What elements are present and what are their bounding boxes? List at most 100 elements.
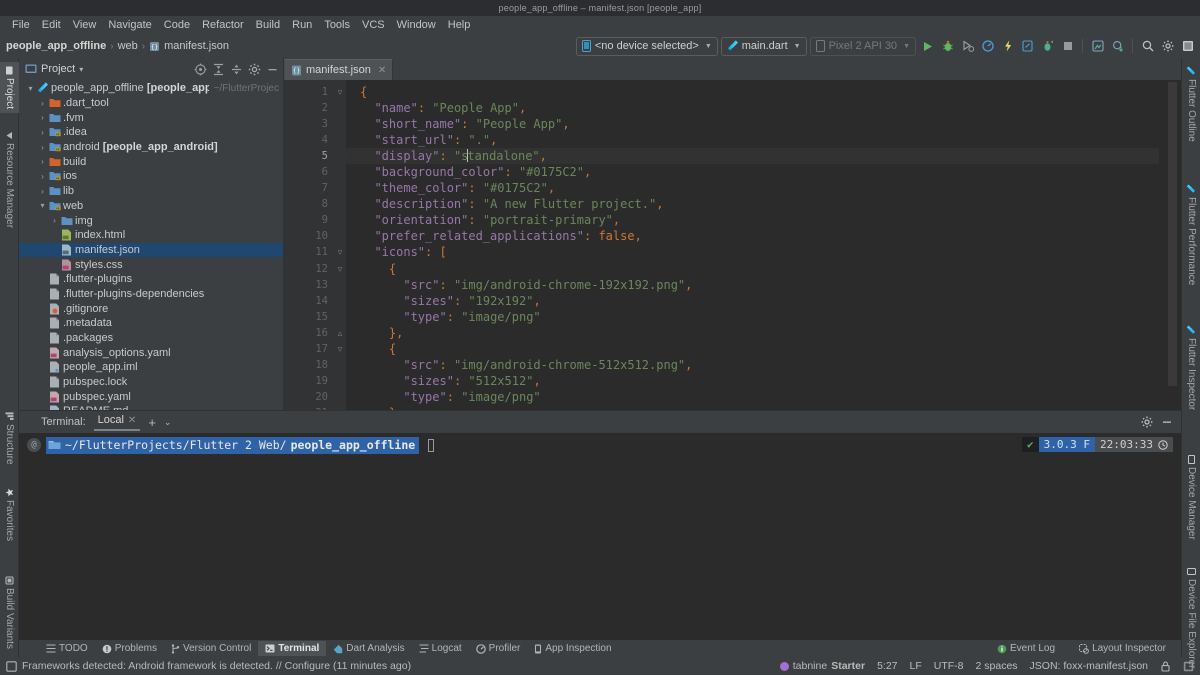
settings-icon[interactable] <box>247 62 261 76</box>
fold-toggle-icon[interactable]: ▿ <box>334 261 346 277</box>
open-devtools-button[interactable] <box>1039 38 1056 55</box>
bottom-tab-terminal[interactable]: Terminal <box>258 641 327 656</box>
code-line[interactable]: { <box>346 261 1159 277</box>
fold-toggle-icon[interactable]: ▿ <box>334 341 346 357</box>
code-line[interactable]: "display": "standalone", <box>346 148 1159 165</box>
breadcrumb-folder[interactable]: web <box>118 40 138 52</box>
right-tool-tab-device-manager[interactable]: Device Manager <box>1182 451 1200 544</box>
chevron-right-icon[interactable]: › <box>37 187 48 196</box>
code-line[interactable]: "orientation": "portrait-primary", <box>346 212 1159 228</box>
code-line[interactable]: }, <box>346 325 1159 341</box>
fold-toggle-icon[interactable]: ▵ <box>334 405 346 410</box>
code-line[interactable]: "src": "img/android-chrome-512x512.png", <box>346 357 1159 373</box>
emulator-target-selector[interactable]: Pixel 2 API 30 ▼ <box>809 36 916 56</box>
menu-item-code[interactable]: Code <box>158 18 196 32</box>
chevron-right-icon[interactable]: › <box>49 216 60 225</box>
tree-node-manifest-json[interactable]: manifest.json <box>19 242 283 258</box>
chevron-down-icon[interactable]: ⌄ <box>164 417 172 428</box>
device-selector[interactable]: <no device selected> ▼ <box>575 36 718 56</box>
project-tree[interactable]: ▾ people_app_offline [people_app] ~/Flutte… <box>19 80 283 410</box>
chevron-right-icon[interactable]: › <box>37 113 48 122</box>
file-type-schema[interactable]: JSON: foxx-manifest.json <box>1030 660 1148 672</box>
close-icon[interactable]: ✕ <box>128 415 136 426</box>
left-tool-tab-favorites[interactable]: Favorites <box>0 484 19 545</box>
line-separator[interactable]: LF <box>910 660 922 672</box>
tree-node-packages[interactable]: .packages <box>19 331 283 346</box>
run-configuration-selector[interactable]: main.dart ▼ <box>720 36 807 56</box>
chevron-right-icon[interactable]: › <box>37 128 48 137</box>
tree-node-styles-css[interactable]: styles.css <box>19 257 283 272</box>
tree-node-pubspec-lock[interactable]: pubspec.lock <box>19 375 283 390</box>
menu-item-help[interactable]: Help <box>442 18 477 32</box>
tree-node-people-app-offline[interactable]: ▾ people_app_offline [people_app] ~/Flutte… <box>19 81 283 96</box>
bottom-tab-app-inspection[interactable]: App Inspection <box>527 641 618 656</box>
tree-node-idea[interactable]: › .idea <box>19 125 283 140</box>
bottom-tab-logcat[interactable]: Logcat <box>412 641 469 656</box>
menu-item-navigate[interactable]: Navigate <box>102 18 157 32</box>
hot-reload-button[interactable] <box>999 38 1016 55</box>
fold-toggle-icon[interactable]: ▵ <box>334 325 346 341</box>
bottom-tab-todo[interactable]: TODO <box>39 641 95 656</box>
close-icon[interactable]: ✕ <box>378 65 386 76</box>
run-button[interactable] <box>919 38 936 55</box>
tree-node-flutter-plugins-dependencies[interactable]: .flutter-plugins-dependencies <box>19 287 283 302</box>
code-line[interactable]: "description": "A new Flutter project.", <box>346 196 1159 212</box>
menu-item-view[interactable]: View <box>67 18 103 32</box>
tree-node-fvm[interactable]: › .fvm <box>19 110 283 125</box>
search-icon[interactable] <box>1139 38 1156 55</box>
code-line[interactable]: "icons": [ <box>346 244 1159 260</box>
terminal-tab-local[interactable]: Local ✕ <box>93 413 141 431</box>
tree-node-gitignore[interactable]: .gitignore <box>19 301 283 316</box>
chevron-down-icon[interactable]: ▾ <box>25 84 36 93</box>
left-tool-tab-project[interactable]: Project <box>0 62 19 114</box>
fold-toggle-icon[interactable]: ▿ <box>334 244 346 260</box>
chevron-right-icon[interactable]: › <box>37 157 48 166</box>
menu-item-window[interactable]: Window <box>391 18 442 32</box>
terminal-output[interactable]: @ ~/FlutterProjects/Flutter 2 Web/people… <box>19 433 1181 640</box>
profile-button[interactable] <box>979 38 996 55</box>
debug-button[interactable] <box>939 38 956 55</box>
code-line[interactable]: { <box>346 341 1159 357</box>
menu-item-edit[interactable]: Edit <box>36 18 67 32</box>
select-opened-file-icon[interactable] <box>193 62 207 76</box>
tree-node-lib[interactable]: › lib <box>19 184 283 199</box>
code-line[interactable]: "background_color": "#0175C2", <box>346 164 1159 180</box>
run-with-coverage-button[interactable] <box>959 38 976 55</box>
tree-node-people-app-iml[interactable]: people_app.iml <box>19 360 283 375</box>
code-line[interactable]: "short_name": "People App", <box>346 116 1159 132</box>
indent-setting[interactable]: 2 spaces <box>976 660 1018 672</box>
bottom-tab-layout-inspector[interactable]: Layout Inspector <box>1072 641 1173 656</box>
menu-item-tools[interactable]: Tools <box>318 18 356 32</box>
tree-node-ios[interactable]: › ios <box>19 169 283 184</box>
left-tool-tab-structure[interactable]: Structure <box>0 408 19 469</box>
menu-item-build[interactable]: Build <box>250 18 286 32</box>
hot-restart-button[interactable] <box>1019 38 1036 55</box>
bottom-tab-version-control[interactable]: Version Control <box>164 641 258 656</box>
code-line[interactable]: } <box>346 405 1159 410</box>
chevron-right-icon[interactable]: › <box>37 172 48 181</box>
editor-tab-manifest-json[interactable]: {} manifest.json ✕ <box>284 59 394 80</box>
code-line[interactable]: "sizes": "512x512", <box>346 373 1159 389</box>
right-tool-tab-flutter-outline[interactable]: Flutter Outline <box>1182 62 1200 146</box>
tree-node-img[interactable]: › img <box>19 213 283 228</box>
status-message[interactable]: Frameworks detected: Android framework i… <box>22 660 411 672</box>
tree-node-metadata[interactable]: .metadata <box>19 316 283 331</box>
breadcrumb-project[interactable]: people_app_offline <box>6 40 106 52</box>
bottom-tab-dart-analysis[interactable]: Dart Analysis <box>326 641 411 656</box>
left-tool-tab-build-variants[interactable]: Build Variants <box>0 572 19 653</box>
left-tool-tab-resource-manager[interactable]: Resource Manager <box>0 127 19 232</box>
menu-item-file[interactable]: File <box>6 18 36 32</box>
code-line[interactable]: "type": "image/png" <box>346 389 1159 405</box>
settings-icon[interactable] <box>1159 38 1176 55</box>
code-line[interactable]: "type": "image/png" <box>346 309 1159 325</box>
code-line[interactable]: "theme_color": "#0175C2", <box>346 180 1159 196</box>
stop-button[interactable] <box>1059 38 1076 55</box>
flutter-attach-button[interactable] <box>1089 38 1106 55</box>
code-line[interactable]: "src": "img/android-chrome-192x192.png", <box>346 277 1159 293</box>
code-line[interactable]: { <box>346 84 1159 100</box>
code-line[interactable]: "prefer_related_applications": false, <box>346 228 1159 244</box>
editor-scrollbar[interactable] <box>1168 82 1177 386</box>
bottom-tab-event-log[interactable]: Event Log <box>990 641 1062 656</box>
flutter-upgrade-button[interactable] <box>1109 38 1126 55</box>
bottom-tab-problems[interactable]: Problems <box>95 641 164 656</box>
